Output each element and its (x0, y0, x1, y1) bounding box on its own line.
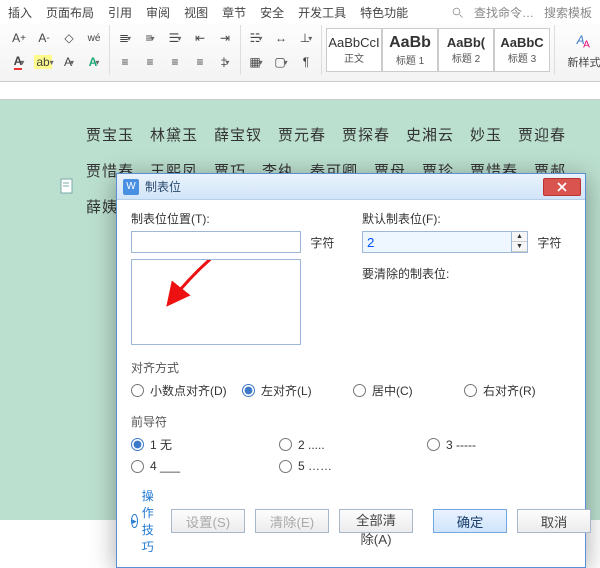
tab-stop-icon[interactable]: ⊥▾ (295, 27, 317, 49)
leader-group-1: 1 无 2 ..... 3 ----- (131, 436, 571, 453)
char-style-icon[interactable]: A▾ (58, 51, 80, 73)
search-icon (452, 7, 464, 19)
align-center-radio[interactable]: 居中(C) (353, 382, 460, 399)
spin-up-button[interactable]: ▲ (512, 232, 527, 242)
tips-link[interactable]: ▸操作技巧 (131, 487, 161, 555)
ok-button[interactable]: 确定 (433, 509, 507, 533)
leader-group-2: 4 ___ 5 …… (131, 459, 571, 473)
indent-left-icon[interactable]: ⇤ (189, 27, 211, 49)
align-left-icon[interactable]: ≡ (114, 51, 136, 73)
align-decimal-radio[interactable]: 小数点对齐(D) (131, 382, 238, 399)
section-break-icon (60, 178, 76, 194)
text-effect-icon[interactable]: A▾ (83, 51, 105, 73)
style-heading3[interactable]: AaBbC标题 3 (494, 28, 550, 72)
bullet-list-icon[interactable]: ≣▾ (114, 27, 136, 49)
tab-view[interactable]: 视图 (184, 4, 208, 21)
tab-position-label: 制表位位置(T): (131, 210, 340, 227)
numbered-list-icon[interactable]: ≡▾ (139, 27, 161, 49)
ribbon-toolbar: A+ A- ◇ wé A▾ ab▾ A▾ A▾ ≣▾ ≡▾ ☰▾ ⇤ ⇥ ≡ (0, 23, 600, 82)
text-direction-icon[interactable]: ☵▾ (245, 27, 267, 49)
align-center-icon[interactable]: ≡ (139, 51, 161, 73)
default-tab-input[interactable] (362, 231, 512, 253)
tab-review[interactable]: 审阅 (146, 4, 170, 21)
alignment-group: 小数点对齐(D) 左对齐(L) 居中(C) 右对齐(R) (131, 382, 571, 399)
set-button[interactable]: 设置(S) (171, 509, 245, 533)
annotation-arrow (142, 259, 301, 344)
tips-icon: ▸ (131, 514, 138, 528)
svg-text:A: A (583, 39, 590, 50)
multilevel-list-icon[interactable]: ☰▾ (164, 27, 186, 49)
tab-position-input[interactable] (131, 231, 301, 253)
leader-1-radio[interactable]: 1 无 (131, 436, 275, 453)
border-icon[interactable]: ▢▾ (270, 51, 292, 73)
ribbon-tabs: 插入 页面布局 引用 审阅 视图 章节 安全 开发工具 特色功能 查找命令… 搜… (0, 0, 600, 23)
unit-label-2: 字符 (537, 234, 561, 251)
increase-font-icon[interactable]: A+ (8, 27, 30, 49)
to-clear-label: 要清除的制表位: (362, 265, 571, 282)
tab-chapter[interactable]: 章节 (222, 4, 246, 21)
highlight-icon[interactable]: ab▾ (33, 51, 55, 73)
align-left-radio[interactable]: 左对齐(L) (242, 382, 349, 399)
font-color-icon[interactable]: A▾ (8, 51, 30, 73)
tab-security[interactable]: 安全 (260, 4, 284, 21)
tab-features[interactable]: 特色功能 (360, 4, 408, 21)
decrease-font-icon[interactable]: A- (33, 27, 55, 49)
new-style-button[interactable]: AA 新样式 (559, 30, 600, 70)
shading-icon[interactable]: ▦▾ (245, 51, 267, 73)
alignment-heading: 对齐方式 (131, 359, 571, 376)
align-right-icon[interactable]: ≡ (164, 51, 186, 73)
align-justify-icon[interactable]: ≡ (189, 51, 211, 73)
unit-label: 字符 (310, 234, 334, 251)
tab-insert[interactable]: 插入 (8, 4, 32, 21)
leader-5-radio[interactable]: 5 …… (279, 459, 423, 473)
distribute-icon[interactable]: ↔ (270, 27, 292, 49)
tabs-dialog: W 制表位 制表位位置(T): 字符 默认制表位(F): ▲▼ (116, 173, 586, 568)
tab-devtools[interactable]: 开发工具 (298, 4, 346, 21)
style-gallery[interactable]: AaBbCcI正文 AaBb标题 1 AaBb(标题 2 AaBbC标题 3 (326, 28, 550, 72)
clear-format-icon[interactable]: ◇ (58, 27, 80, 49)
phonetic-icon[interactable]: wé (83, 27, 105, 49)
style-normal[interactable]: AaBbCcI正文 (326, 28, 382, 72)
default-tab-label: 默认制表位(F): (362, 210, 571, 227)
leader-3-radio[interactable]: 3 ----- (427, 438, 571, 452)
dialog-title: 制表位 (145, 178, 181, 195)
spin-down-button[interactable]: ▼ (512, 242, 527, 252)
close-button[interactable] (543, 178, 581, 196)
leader-4-radio[interactable]: 4 ___ (131, 459, 275, 473)
style-heading1[interactable]: AaBb标题 1 (382, 28, 438, 72)
show-marks-icon[interactable]: ¶ (295, 51, 317, 73)
leader-2-radio[interactable]: 2 ..... (279, 438, 423, 452)
close-icon (556, 182, 568, 192)
cancel-button[interactable]: 取消 (517, 509, 591, 533)
clear-button[interactable]: 清除(E) (255, 509, 329, 533)
leader-heading: 前导符 (131, 413, 571, 430)
ruler[interactable] (0, 82, 600, 100)
clear-all-button[interactable]: 全部清除(A) (339, 509, 413, 533)
align-right-radio[interactable]: 右对齐(R) (464, 382, 571, 399)
indent-right-icon[interactable]: ⇥ (214, 27, 236, 49)
app-logo-icon: W (123, 179, 139, 195)
tab-references[interactable]: 引用 (108, 4, 132, 21)
new-style-icon: AA (572, 30, 596, 52)
line-spacing-icon[interactable]: ‡▾ (214, 51, 236, 73)
style-heading2[interactable]: AaBb(标题 2 (438, 28, 494, 72)
dialog-titlebar[interactable]: W 制表位 (117, 174, 585, 200)
find-command[interactable]: 查找命令… (474, 4, 534, 21)
search-templates[interactable]: 搜索模板 (544, 4, 592, 21)
tab-position-list[interactable] (131, 259, 301, 345)
tab-layout[interactable]: 页面布局 (46, 4, 94, 21)
